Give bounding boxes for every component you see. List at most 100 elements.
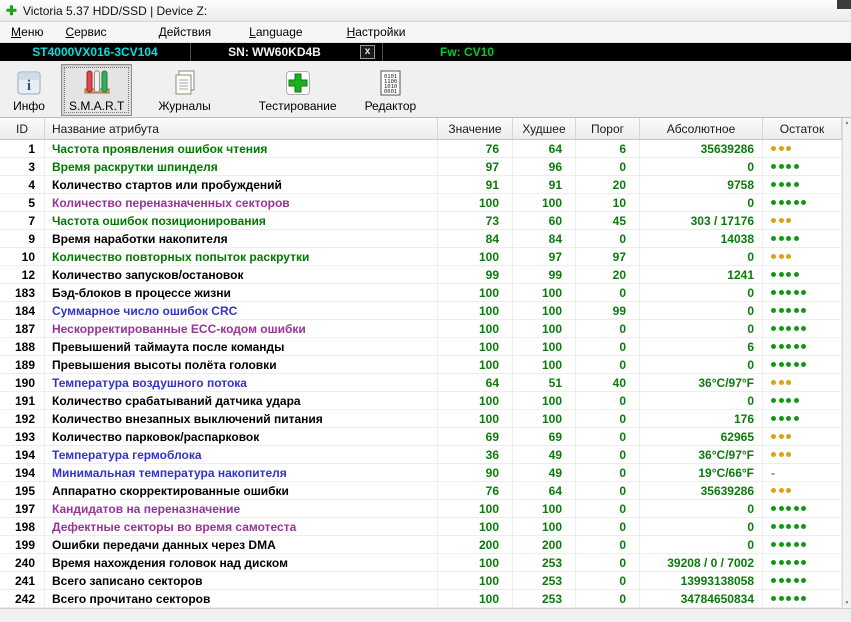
- cell-value: 100: [438, 302, 513, 319]
- smart-row-198[interactable]: 198Дефектные секторы во время самотеста1…: [0, 518, 842, 536]
- cell-name: Минимальная температура накопителя: [45, 464, 438, 481]
- cell-threshold: 40: [576, 374, 640, 391]
- smart-row-197[interactable]: 197Кандидатов на переназначение10010000: [0, 500, 842, 518]
- menu-item-Настройки[interactable]: Настройки: [347, 25, 406, 39]
- smart-row-183[interactable]: 183Бэд-блоков в процессе жизни10010000: [0, 284, 842, 302]
- cell-value: 91: [438, 176, 513, 193]
- health-dot: [779, 488, 784, 493]
- cell-threshold: 0: [576, 320, 640, 337]
- health-dot: [771, 290, 776, 295]
- smart-row-4[interactable]: 4Количество стартов или пробуждений91912…: [0, 176, 842, 194]
- cell-name: Нескорректированные ECC-кодом ошибки: [45, 320, 438, 337]
- cell-worst: 97: [513, 248, 576, 265]
- cell-value: 99: [438, 266, 513, 283]
- health-dot: [801, 560, 806, 565]
- window-controls-fragment[interactable]: [837, 0, 851, 9]
- smart-row-193[interactable]: 193Количество парковок/распарковок696906…: [0, 428, 842, 446]
- smart-row-188[interactable]: 188Превышений таймаута после команды1001…: [0, 338, 842, 356]
- cell-absolute: 0: [640, 284, 763, 301]
- menu-item-Language[interactable]: Language: [249, 25, 302, 39]
- smart-row-187[interactable]: 187Нескорректированные ECC-кодом ошибки1…: [0, 320, 842, 338]
- column-header-4[interactable]: Порог: [576, 118, 640, 139]
- menu-item-Сервис[interactable]: Сервис: [65, 25, 106, 39]
- smart-row-191[interactable]: 191Количество срабатываний датчика удара…: [0, 392, 842, 410]
- health-dot: [794, 344, 799, 349]
- toolbar-button-editor[interactable]: 0101110010100001Редактор: [357, 64, 425, 116]
- vertical-scrollbar[interactable]: ▲ ▼: [842, 118, 851, 608]
- scroll-up-arrow[interactable]: ▲: [843, 120, 851, 126]
- smart-table: IDНазвание атрибутаЗначениеХудшееПорогАб…: [0, 118, 851, 608]
- smart-row-240[interactable]: 240Время нахождения головок над диском10…: [0, 554, 842, 572]
- cell-worst: 60: [513, 212, 576, 229]
- column-header-6[interactable]: Остаток: [763, 118, 842, 139]
- health-dot: [786, 452, 791, 457]
- cell-absolute: 0: [640, 356, 763, 373]
- cell-absolute: 6: [640, 338, 763, 355]
- cell-id: 242: [0, 590, 45, 607]
- smart-row-189[interactable]: 189Превышения высоты полёта головки10010…: [0, 356, 842, 374]
- health-dot: [801, 200, 806, 205]
- smart-row-12[interactable]: 12Количество запусков/остановок999920124…: [0, 266, 842, 284]
- toolbar-button-info[interactable]: iИнфо: [5, 64, 53, 116]
- cell-id: 184: [0, 302, 45, 319]
- smart-row-10[interactable]: 10Количество повторных попыток раскрутки…: [0, 248, 842, 266]
- cell-absolute: 176: [640, 410, 763, 427]
- smart-row-5[interactable]: 5Количество переназначенных секторов1001…: [0, 194, 842, 212]
- toolbar-button-journals[interactable]: Журналы: [150, 64, 218, 116]
- cell-id: 195: [0, 482, 45, 499]
- device-firmware: Fw: CV10: [383, 43, 551, 61]
- smart-row-7[interactable]: 7Частота ошибок позиционирования73604530…: [0, 212, 842, 230]
- cell-absolute: 62965: [640, 428, 763, 445]
- health-dot: [771, 182, 776, 187]
- smart-row-195[interactable]: 195Аппаратно скорректированные ошибки766…: [0, 482, 842, 500]
- cell-name: Частота проявления ошибок чтения: [45, 140, 438, 157]
- smart-row-3[interactable]: 3Время раскрутки шпинделя979600: [0, 158, 842, 176]
- cell-health: [763, 374, 842, 391]
- health-dot: [786, 236, 791, 241]
- column-header-3[interactable]: Худшее: [513, 118, 576, 139]
- smart-row-190[interactable]: 190Температура воздушного потока64514036…: [0, 374, 842, 392]
- menu-item-Действия[interactable]: Действия: [159, 25, 212, 39]
- smart-row-199[interactable]: 199Ошибки передачи данных через DMA20020…: [0, 536, 842, 554]
- health-dot: [779, 200, 784, 205]
- smart-row-194[interactable]: 194Температура гермоблока3649036°C/97°F: [0, 446, 842, 464]
- health-dot: [779, 578, 784, 583]
- cell-name: Количество срабатываний датчика удара: [45, 392, 438, 409]
- toolbar-button-smart[interactable]: S.M.A.R.T: [61, 64, 132, 116]
- title-bar[interactable]: ✚ Victoria 5.37 HDD/SSD | Device Z:: [0, 0, 851, 22]
- health-dot: [771, 254, 776, 259]
- health-dot: [786, 326, 791, 331]
- health-dot: [771, 596, 776, 601]
- info-icon: i: [13, 68, 45, 98]
- device-close-button[interactable]: x: [360, 45, 375, 59]
- smart-row-1[interactable]: 1Частота проявления ошибок чтения7664635…: [0, 140, 842, 158]
- cell-absolute: 0: [640, 158, 763, 175]
- health-dot: [794, 398, 799, 403]
- cell-absolute: 9758: [640, 176, 763, 193]
- scroll-down-arrow[interactable]: ▼: [843, 600, 851, 606]
- health-dot: [779, 236, 784, 241]
- device-bar-filler: [551, 43, 851, 61]
- health-dot: [786, 380, 791, 385]
- smart-row-241[interactable]: 241Всего записано секторов10025301399313…: [0, 572, 842, 590]
- column-header-5[interactable]: Абсолютное: [640, 118, 763, 139]
- smart-row-194[interactable]: 194Минимальная температура накопителя904…: [0, 464, 842, 482]
- health-dot: [801, 542, 806, 547]
- smart-row-242[interactable]: 242Всего прочитано секторов1002530347846…: [0, 590, 842, 608]
- smart-row-9[interactable]: 9Время наработки накопителя8484014038: [0, 230, 842, 248]
- toolbar-button-testing[interactable]: Тестирование: [251, 64, 345, 116]
- cell-id: 187: [0, 320, 45, 337]
- cell-value: 100: [438, 572, 513, 589]
- smart-row-184[interactable]: 184Суммарное число ошибок CRC100100990: [0, 302, 842, 320]
- cell-threshold: 20: [576, 266, 640, 283]
- cell-health: [763, 392, 842, 409]
- cell-threshold: 10: [576, 194, 640, 211]
- smart-row-192[interactable]: 192Количество внезапных выключений питан…: [0, 410, 842, 428]
- health-dot: [779, 308, 784, 313]
- health-dot: [779, 344, 784, 349]
- menu-item-Меню[interactable]: Меню: [11, 25, 43, 39]
- app-icon: ✚: [6, 4, 17, 17]
- column-header-2[interactable]: Значение: [438, 118, 513, 139]
- column-header-1[interactable]: Название атрибута: [45, 118, 438, 139]
- column-header-0[interactable]: ID: [0, 118, 45, 139]
